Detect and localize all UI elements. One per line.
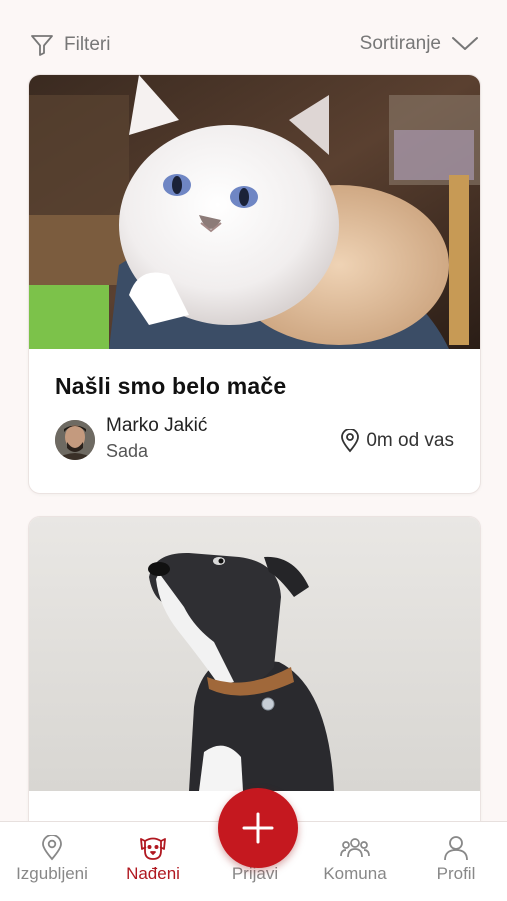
sort-label: Sortiranje xyxy=(359,33,441,54)
nav-label: Nađeni xyxy=(126,864,180,883)
location-pin-icon xyxy=(341,429,360,453)
post-title: Našli smo belo mače xyxy=(55,373,287,399)
top-bar: Filteri Sortiranje xyxy=(0,0,507,75)
nav-label: Komuna xyxy=(323,864,387,883)
nav-label: Izgubljeni xyxy=(16,864,88,883)
filter-icon xyxy=(31,35,53,56)
add-report-button[interactable] xyxy=(218,788,298,868)
post-card[interactable]: Našli smo belo mače Marko Jakić Sada 0m … xyxy=(28,74,481,494)
community-icon xyxy=(340,838,370,858)
user-icon xyxy=(444,836,468,861)
author-name: Marko Jakić xyxy=(106,415,208,436)
nav-item-komuna[interactable]: Komuna xyxy=(305,822,405,901)
distance-info: 0m od vas xyxy=(340,429,454,453)
post-card-body: Našli smo belo mače Marko Jakić Sada 0m … xyxy=(29,349,480,493)
dog-face-icon xyxy=(140,837,166,860)
nav-item-profil[interactable]: Profil xyxy=(406,822,506,901)
nav-label: Profil xyxy=(436,864,476,883)
sort-button[interactable]: Sortiranje xyxy=(360,33,479,55)
avatar[interactable] xyxy=(55,420,95,460)
white-kitten-photo xyxy=(29,75,480,349)
filter-label: Filteri xyxy=(64,34,111,55)
black-dog-photo xyxy=(29,517,480,791)
nav-item-izgubljeni[interactable]: Izgubljeni xyxy=(2,822,102,901)
chevron-down-icon xyxy=(452,37,478,50)
location-pin-icon xyxy=(42,835,62,861)
post-time: Sada xyxy=(106,441,149,461)
plus-icon xyxy=(242,812,274,844)
distance-label: 0m od vas xyxy=(366,430,454,451)
nav-item-nadeni[interactable]: Nađeni xyxy=(103,822,203,901)
filter-button[interactable]: Filteri xyxy=(30,33,110,57)
